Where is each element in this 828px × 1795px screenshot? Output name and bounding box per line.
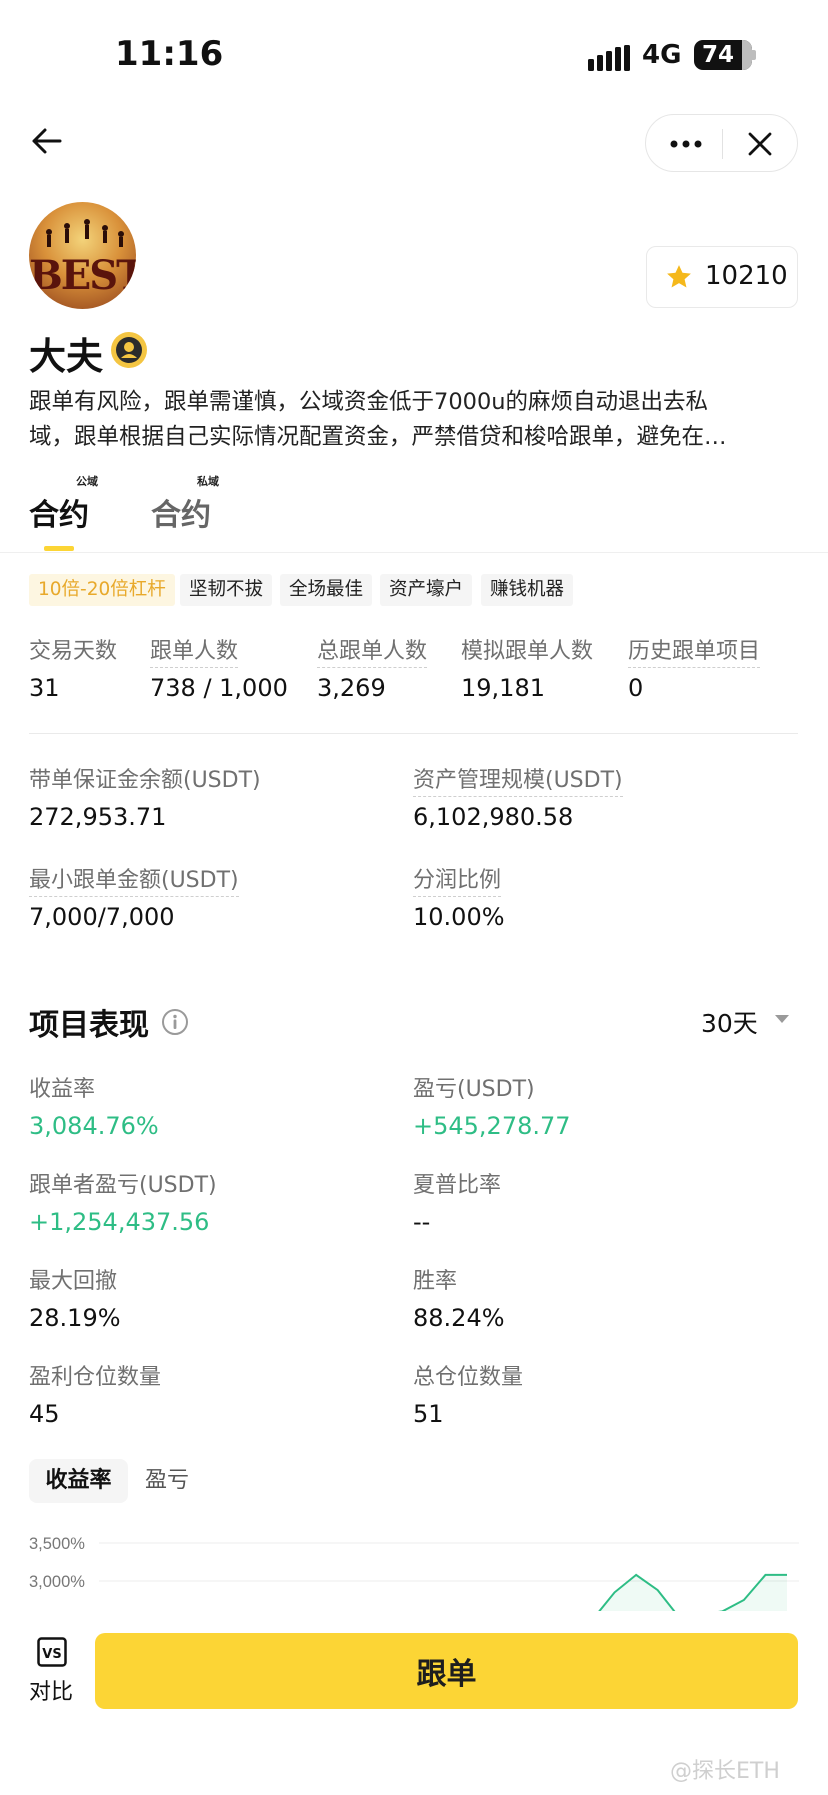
network-type: 4G <box>642 40 682 70</box>
value-profit-positions: 45 <box>29 1400 60 1428</box>
chart-area-fill <box>593 1574 787 1611</box>
label-profit-share[interactable]: 分润比例 <box>413 862 502 897</box>
chart-y-tick-label: 3,500% <box>29 1535 85 1553</box>
value-aum: 6,102,980.58 <box>413 803 574 831</box>
follow-button[interactable]: 跟单 <box>95 1633 798 1709</box>
tab-contract-private[interactable]: 合约 <box>151 490 211 534</box>
tag: 赚钱机器 <box>481 574 574 606</box>
value-pnl: +545,278.77 <box>413 1112 571 1140</box>
period-selector[interactable]: 30天 <box>701 1004 758 1040</box>
label-roi: 收益率 <box>29 1077 96 1102</box>
tag: 资产壕户 <box>380 574 473 606</box>
stat-label-sim-followers: 模拟跟单人数 <box>461 639 594 664</box>
chart-tab-roi[interactable]: 收益率 <box>29 1459 128 1503</box>
compare-icon[interactable]: VS <box>37 1637 67 1667</box>
roi-chart: 3,500%3,000%2,500% <box>29 1525 799 1611</box>
value-win-rate: 88.24% <box>413 1304 505 1332</box>
value-total-positions: 51 <box>413 1400 444 1428</box>
stat-label-history-projects[interactable]: 历史跟单项目 <box>628 633 761 668</box>
label-aum[interactable]: 资产管理规模(USDT) <box>413 762 623 797</box>
stat-label-trade-days: 交易天数 <box>29 639 118 664</box>
tag: 全场最佳 <box>280 574 373 606</box>
stat-value-followers: 738 / 1,000 <box>150 674 288 702</box>
label-profit-positions: 盈利仓位数量 <box>29 1365 162 1390</box>
favorite-count: 10210 <box>705 261 788 291</box>
value-margin-balance: 272,953.71 <box>29 803 167 831</box>
more-dots-icon[interactable] <box>668 134 704 154</box>
back-arrow-icon[interactable] <box>30 124 64 158</box>
performance-title: 项目表现 <box>29 1008 149 1043</box>
trader-bio: 跟单有风险，跟单需谨慎，公域资金低于7000u的麻烦自动退出去私域，跟单根据自己… <box>29 389 727 450</box>
watermark: @探长ETH <box>670 1759 780 1784</box>
stat-value-trade-days: 31 <box>29 674 60 702</box>
roi-chart-svg: 3,500%3,000%2,500% <box>29 1535 799 1611</box>
avatar-text: BEST <box>29 252 136 299</box>
tag: 坚韧不拔 <box>180 574 273 606</box>
mini-program-capsule <box>645 114 798 172</box>
tab-sup-public: 公域 <box>76 475 98 488</box>
section-divider <box>29 733 798 734</box>
label-max-drawdown: 最大回撤 <box>29 1269 118 1294</box>
value-sharpe: -- <box>413 1208 431 1236</box>
label-win-rate: 胜率 <box>413 1269 458 1294</box>
star-icon <box>667 265 691 288</box>
value-max-drawdown: 28.19% <box>29 1304 121 1332</box>
active-tab-indicator <box>44 546 74 551</box>
value-min-follow: 7,000/7,000 <box>29 903 175 931</box>
chart-y-tick-label: 3,000% <box>29 1573 85 1591</box>
chart-tab-pnl[interactable]: 盈亏 <box>145 1459 189 1503</box>
trader-name: 大夫 <box>29 335 103 378</box>
stat-value-sim-followers: 19,181 <box>461 674 545 702</box>
status-time: 11:16 <box>115 34 224 74</box>
vs-icon-text: VS <box>42 1647 61 1662</box>
battery-icon: 74 <box>694 40 752 70</box>
tab-sup-private: 私域 <box>197 475 219 488</box>
stat-label-followers[interactable]: 跟单人数 <box>150 633 239 668</box>
label-total-positions: 总仓位数量 <box>413 1365 524 1390</box>
label-sharpe: 夏普比率 <box>413 1173 502 1198</box>
tag-leverage: 10倍-20倍杠杆 <box>29 574 175 606</box>
value-profit-share: 10.00% <box>413 903 505 931</box>
compare-label[interactable]: 对比 <box>29 1674 73 1706</box>
label-pnl: 盈亏(USDT) <box>413 1077 535 1102</box>
avatar: BEST <box>29 202 136 309</box>
value-roi: 3,084.76% <box>29 1112 159 1140</box>
close-icon[interactable] <box>746 130 774 158</box>
tab-divider <box>0 552 828 553</box>
value-follower-pnl: +1,254,437.56 <box>29 1208 210 1236</box>
stat-value-total-followers: 3,269 <box>317 674 386 702</box>
stat-label-total-followers[interactable]: 总跟单人数 <box>317 633 428 668</box>
info-icon[interactable] <box>161 1008 189 1036</box>
tab-contract-public[interactable]: 合约 <box>29 490 89 534</box>
capsule-separator <box>722 129 723 159</box>
caret-down-icon[interactable] <box>774 1013 790 1025</box>
label-margin-balance: 带单保证金余额(USDT) <box>29 768 261 793</box>
favorite-button[interactable]: 10210 <box>646 246 798 308</box>
verified-badge-icon <box>111 332 147 368</box>
signal-icon <box>588 45 630 71</box>
battery-tip <box>752 50 756 60</box>
label-follower-pnl: 跟单者盈亏(USDT) <box>29 1173 217 1198</box>
stat-value-history-projects: 0 <box>628 674 644 702</box>
battery-level: 74 <box>702 42 735 68</box>
label-min-follow[interactable]: 最小跟单金额(USDT) <box>29 862 239 897</box>
